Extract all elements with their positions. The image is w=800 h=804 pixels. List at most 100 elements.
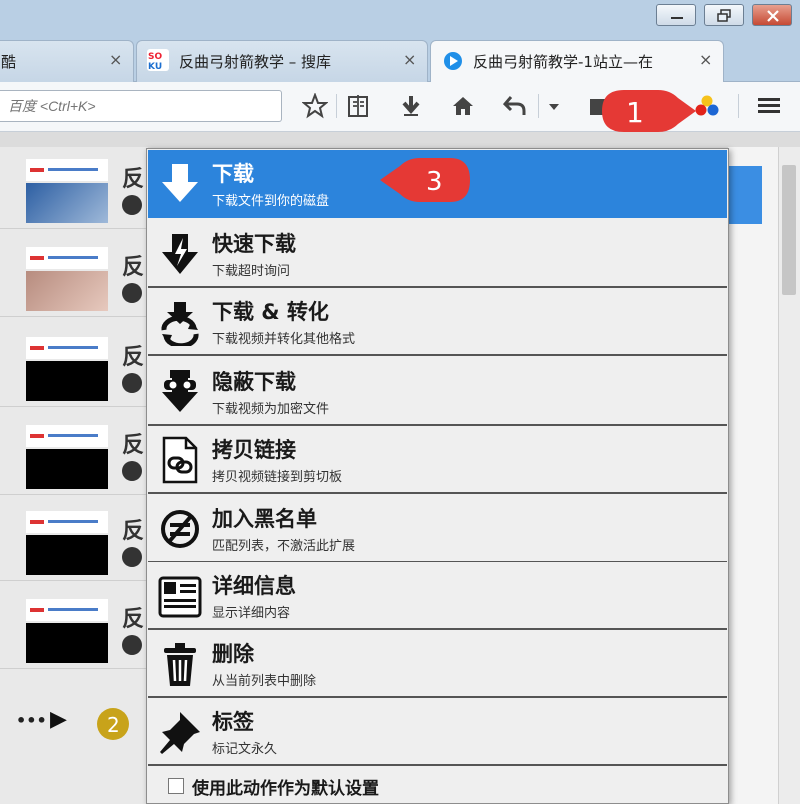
video-thumbnail — [26, 271, 108, 311]
thumbnail-header — [26, 425, 108, 447]
window-titlebar — [0, 0, 800, 36]
scrollbar[interactable] — [778, 147, 800, 804]
scrollbar-thumb[interactable] — [782, 165, 796, 295]
trash-icon — [164, 643, 196, 686]
pin-icon — [160, 712, 200, 754]
menu-item-label: 标签 — [212, 710, 254, 734]
tab-2[interactable]: SO KU 反曲弓射箭教学 – 搜库 × — [136, 40, 428, 82]
menu-item-description: 下载超时询问 — [212, 264, 291, 279]
tab-3-close-icon[interactable]: × — [699, 50, 712, 69]
video-thumbnail — [26, 623, 108, 663]
callout-1-number: 1 — [626, 96, 644, 129]
menu-item-description: 显示详细内容 — [212, 606, 291, 621]
menu-item-label: 下载 & 转化 — [212, 300, 329, 324]
details-icon — [158, 576, 202, 618]
minimize-icon — [671, 17, 683, 19]
tab-2-close-icon[interactable]: × — [403, 50, 416, 69]
page-right-strip — [728, 147, 778, 804]
menu-item-description: 标记文永久 — [212, 742, 278, 757]
thumbnail-header — [26, 511, 108, 533]
tab-1[interactable]: 酷 × — [0, 40, 134, 82]
minimize-button[interactable] — [656, 4, 696, 26]
callout-2-badge: 2 — [97, 708, 129, 740]
restore-button[interactable] — [704, 4, 744, 26]
download-circle-icon[interactable] — [122, 635, 142, 655]
back-arrow-icon[interactable] — [502, 93, 528, 119]
fast-download-icon — [162, 234, 198, 274]
tab-1-close-icon[interactable]: × — [109, 50, 122, 69]
download-circle-icon[interactable] — [122, 373, 142, 393]
close-icon — [767, 10, 779, 22]
list-item[interactable]: 反 — [0, 235, 148, 317]
search-input[interactable] — [0, 90, 282, 122]
toolbar-separator — [336, 94, 337, 118]
callout-3-badge: 3 — [380, 158, 470, 202]
menu-item-fast-download[interactable]: 快速下载 下载超时询问 — [148, 220, 727, 288]
menu-item-blacklist[interactable]: 加入黑名单 匹配列表，不激活此扩展 — [148, 495, 727, 563]
menu-item-description: 匹配列表，不激活此扩展 — [212, 539, 356, 554]
video-thumbnail — [26, 361, 108, 401]
home-icon[interactable] — [450, 93, 476, 119]
list-item[interactable]: 反 — [0, 147, 148, 229]
menu-item-label: 拷贝链接 — [212, 438, 296, 462]
play-button[interactable]: ▶ — [50, 707, 67, 732]
menu-item-tag[interactable]: 标签 标记文永久 — [148, 698, 727, 766]
default-action-row[interactable]: 使用此动作作为默认设置 — [148, 769, 727, 803]
list-item-title: 反 — [122, 433, 145, 458]
thumbnail-header — [26, 247, 108, 269]
list-item[interactable]: 反 — [0, 413, 148, 495]
tab-strip: 酷 × SO KU 反曲弓射箭教学 – 搜库 × 反曲弓射箭教学-1站立—在 × … — [0, 36, 800, 111]
list-item-title: 反 — [122, 167, 145, 192]
list-item-title: 反 — [122, 255, 145, 280]
download-arrow-icon — [162, 164, 198, 202]
video-thumbnail — [26, 535, 108, 575]
menu-item-label: 下载 — [212, 162, 254, 186]
list-item[interactable]: 反 — [0, 325, 148, 407]
download-icon[interactable] — [398, 93, 424, 119]
svg-text:SO: SO — [148, 52, 162, 62]
download-circle-icon[interactable] — [122, 461, 142, 481]
default-action-checkbox[interactable] — [168, 778, 184, 794]
menu-item-details[interactable]: 详细信息 显示详细内容 — [148, 562, 727, 630]
default-action-label: 使用此动作作为默认设置 — [192, 779, 379, 799]
menu-item-delete[interactable]: 删除 从当前列表中删除 — [148, 630, 727, 698]
menu-item-description: 下载文件到你的磁盘 — [212, 194, 330, 209]
download-action-menu: 下载 下载文件到你的磁盘 快速下载 下载超时询问 下载 & 转化 下载视频并转化… — [146, 148, 729, 804]
thumbnail-header — [26, 159, 108, 181]
hamburger-menu-icon[interactable] — [756, 93, 782, 119]
thumbnail-header — [26, 337, 108, 359]
menu-item-label: 删除 — [212, 642, 254, 666]
copy-link-icon — [162, 436, 198, 484]
menu-item-copy-link[interactable]: 拷贝链接 拷贝视频链接到剪切板 — [148, 426, 727, 494]
menu-item-label: 加入黑名单 — [212, 507, 317, 531]
chevron-down-icon[interactable] — [546, 93, 562, 119]
menu-item-download-convert[interactable]: 下载 & 转化 下载视频并转化其他格式 — [148, 288, 727, 356]
page-blue-block — [728, 166, 762, 224]
svg-text:KU: KU — [148, 62, 162, 71]
toolbar-separator — [738, 94, 739, 118]
list-item-title: 反 — [122, 519, 145, 544]
list-item-title: 反 — [122, 345, 145, 370]
tab-3-active[interactable]: 反曲弓射箭教学-1站立—在 × — [430, 40, 724, 83]
menu-item-label: 隐蔽下载 — [212, 370, 296, 394]
reading-list-icon[interactable] — [346, 93, 372, 119]
menu-item-stealth-download[interactable]: 隐蔽下载 下载视频为加密文件 — [148, 358, 727, 426]
soku-icon: SOKU — [147, 49, 169, 71]
close-window-button[interactable] — [752, 4, 792, 26]
player-controls: ••• ▶ 2 — [10, 705, 140, 745]
list-item-title: 反 — [122, 607, 145, 632]
download-circle-icon[interactable] — [122, 547, 142, 567]
video-thumbnail — [26, 183, 108, 223]
download-circle-icon[interactable] — [122, 195, 142, 215]
more-icon[interactable]: ••• — [16, 711, 47, 730]
download-circle-icon[interactable] — [122, 283, 142, 303]
stealth-download-icon — [162, 370, 198, 412]
list-item[interactable]: 反 — [0, 587, 148, 669]
list-item[interactable]: 反 — [0, 499, 148, 581]
menu-item-description: 下载视频并转化其他格式 — [212, 332, 356, 347]
toolbar-separator — [538, 94, 539, 118]
callout-3-number: 3 — [426, 167, 443, 197]
callout-2-number: 2 — [107, 713, 120, 737]
tab-1-label: 酷 — [1, 53, 17, 71]
bookmark-star-icon[interactable] — [302, 93, 328, 119]
